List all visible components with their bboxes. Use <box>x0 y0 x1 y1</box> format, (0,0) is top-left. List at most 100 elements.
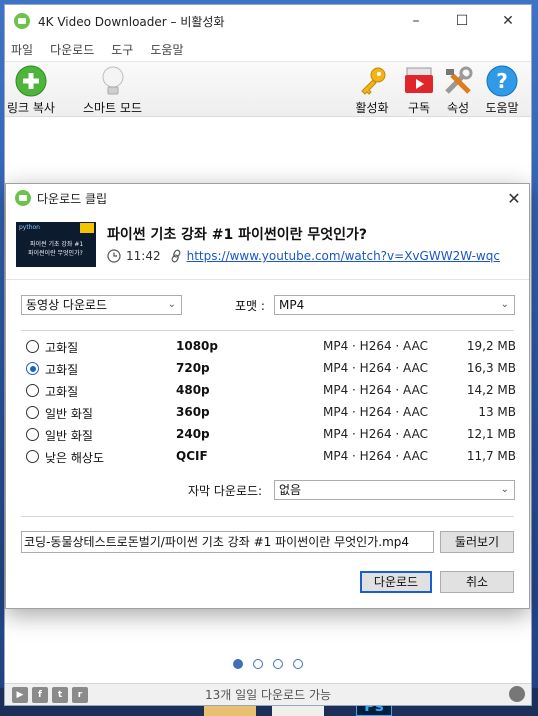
page-dot[interactable] <box>253 659 263 669</box>
quality-label: 고화질 <box>45 385 79 399</box>
download-button[interactable]: 다운로드 <box>360 571 432 593</box>
video-url-link[interactable]: https://www.youtube.com/watch?v=XvGWW2W-… <box>187 249 500 263</box>
quality-size: 19,2 MB <box>466 339 516 353</box>
subscribe-icon <box>402 64 436 98</box>
reddit-icon[interactable]: r <box>72 686 88 703</box>
menu-bar: 파일 다운로드 도구 도움말 <box>5 37 531 61</box>
quality-radio[interactable] <box>26 340 39 353</box>
quality-label: 고화질 <box>45 341 79 355</box>
activate-button[interactable]: 활성화 <box>355 64 389 116</box>
title-bar: 4K Video Downloader – 비활성화 – ☐ ✕ <box>5 5 531 37</box>
chevron-down-icon: ⌄ <box>500 484 509 495</box>
tools-icon <box>441 64 475 98</box>
menu-download[interactable]: 다운로드 <box>50 41 94 58</box>
save-path-input[interactable]: 코딩-동물상테스트로돈벌기/파이썬 기초 강좌 #1 파이썬이란 무엇인가.mp… <box>21 531 434 553</box>
lightbulb-icon <box>96 64 130 98</box>
quality-resolution: QCIF <box>176 449 208 463</box>
paste-link-button[interactable]: 링크 복사 <box>7 64 55 116</box>
help-icon: ? <box>485 64 519 98</box>
close-button[interactable]: ✕ <box>485 5 531 37</box>
cancel-button[interactable]: 취소 <box>440 571 514 593</box>
preferences-button[interactable]: 속성 <box>441 64 475 116</box>
quality-format: MP4 · H264 · AAC <box>323 339 428 353</box>
browse-button[interactable]: 둘러보기 <box>440 531 514 553</box>
quality-row[interactable]: 고화질 720p MP4 · H264 · AAC 16,3 MB <box>24 358 516 380</box>
download-clip-dialog: 다운로드 클립 ✕ python 파이썬 기초 강좌 #1 파이썬이란 무엇인가… <box>5 183 530 609</box>
chevron-down-icon: ⌄ <box>500 299 509 310</box>
video-info: python 파이썬 기초 강좌 #1 파이썬이란 무엇인가? 파이썬 기초 강… <box>6 212 529 280</box>
download-type-select[interactable]: 동영상 다운로드 ⌄ <box>21 295 182 315</box>
quality-radio[interactable] <box>26 362 39 375</box>
quality-row[interactable]: 낮은 해상도 QCIF MP4 · H264 · AAC 11,7 MB <box>24 446 516 468</box>
quality-row[interactable]: 고화질 480p MP4 · H264 · AAC 14,2 MB <box>24 380 516 402</box>
preferences-label: 속성 <box>446 101 470 115</box>
maximize-button[interactable]: ☐ <box>439 5 485 37</box>
menu-help[interactable]: 도움말 <box>150 41 183 58</box>
quality-radio[interactable] <box>26 406 39 419</box>
quality-resolution: 480p <box>176 383 210 397</box>
quality-radio[interactable] <box>26 450 39 463</box>
facebook-icon[interactable]: f <box>32 686 48 703</box>
quality-size: 11,7 MB <box>466 449 516 463</box>
status-bar: ▶ f t r 13개 일일 다운로드 가능 <box>5 683 531 705</box>
quality-format: MP4 · H264 · AAC <box>323 361 428 375</box>
help-button[interactable]: ? 도움말 <box>485 64 519 116</box>
quality-size: 13 MB <box>478 405 516 419</box>
app-logo-icon <box>14 13 30 29</box>
quality-resolution: 1080p <box>176 339 218 353</box>
quality-size: 16,3 MB <box>466 361 516 375</box>
quality-resolution: 240p <box>176 427 210 441</box>
clock-icon <box>107 249 121 263</box>
pagination-dots <box>233 659 303 669</box>
dialog-close-button[interactable]: ✕ <box>503 184 525 212</box>
paste-link-label: 링크 복사 <box>7 101 55 115</box>
subscribe-label: 구독 <box>407 101 431 115</box>
video-meta: 11:42 https://www.youtube.com/watch?v=Xv… <box>107 249 500 263</box>
subtitles-value: 없음 <box>279 483 302 497</box>
quality-list: 고화질 1080p MP4 · H264 · AAC 19,2 MB 고화질 7… <box>24 336 516 468</box>
twitter-icon[interactable]: t <box>52 686 68 703</box>
minimize-button[interactable]: – <box>393 5 439 37</box>
video-title: 파이썬 기초 강좌 #1 파이썬이란 무엇인가? <box>107 227 368 243</box>
youtube-icon[interactable]: ▶ <box>12 686 28 703</box>
quality-row[interactable]: 일반 화질 360p MP4 · H264 · AAC 13 MB <box>24 402 516 424</box>
thumbnail-badge <box>80 223 94 233</box>
toolbar: 링크 복사 스마트 모드 활성화 구독 속성 ? 도움말 <box>5 61 531 117</box>
page-dot[interactable] <box>293 659 303 669</box>
app-logo-icon <box>15 190 31 206</box>
quality-size: 12,1 MB <box>466 427 516 441</box>
menu-tools[interactable]: 도구 <box>111 41 133 58</box>
menu-file[interactable]: 파일 <box>11 41 33 58</box>
quality-label: 일반 화질 <box>45 429 93 443</box>
help-label: 도움말 <box>485 101 519 115</box>
subtitles-select[interactable]: 없음 ⌄ <box>274 480 515 500</box>
key-icon <box>355 64 389 98</box>
quality-row[interactable]: 일반 화질 240p MP4 · H264 · AAC 12,1 MB <box>24 424 516 446</box>
format-label: 포맷 : <box>235 299 265 313</box>
globe-icon[interactable] <box>509 686 525 702</box>
quality-resolution: 720p <box>176 361 210 375</box>
thumbnail-line-2: 파이썬이란 무엇인가? <box>28 250 83 257</box>
download-type-value: 동영상 다운로드 <box>26 298 108 312</box>
quality-label: 낮은 해상도 <box>45 451 105 465</box>
thumbnail-line-1: 파이썬 기초 강좌 #1 <box>30 241 84 248</box>
chevron-down-icon: ⌄ <box>167 299 176 310</box>
quality-row[interactable]: 고화질 1080p MP4 · H264 · AAC 19,2 MB <box>24 336 516 358</box>
smart-mode-label: 스마트 모드 <box>83 101 143 115</box>
dialog-title-bar: 다운로드 클립 ✕ <box>6 184 529 212</box>
quality-radio[interactable] <box>26 384 39 397</box>
link-icon <box>171 249 181 263</box>
divider <box>21 330 514 331</box>
format-value: MP4 <box>279 298 305 312</box>
quality-size: 14,2 MB <box>466 383 516 397</box>
subscribe-button[interactable]: 구독 <box>402 64 436 116</box>
video-duration: 11:42 <box>126 249 161 263</box>
format-select[interactable]: MP4 ⌄ <box>274 295 515 315</box>
quality-radio[interactable] <box>26 428 39 441</box>
page-dot[interactable] <box>273 659 283 669</box>
smart-mode-button[interactable]: 스마트 모드 <box>83 64 142 116</box>
video-thumbnail: python 파이썬 기초 강좌 #1 파이썬이란 무엇인가? <box>16 222 96 267</box>
quality-label: 고화질 <box>45 363 79 377</box>
page-dot[interactable] <box>233 659 243 669</box>
plus-icon <box>14 64 48 98</box>
